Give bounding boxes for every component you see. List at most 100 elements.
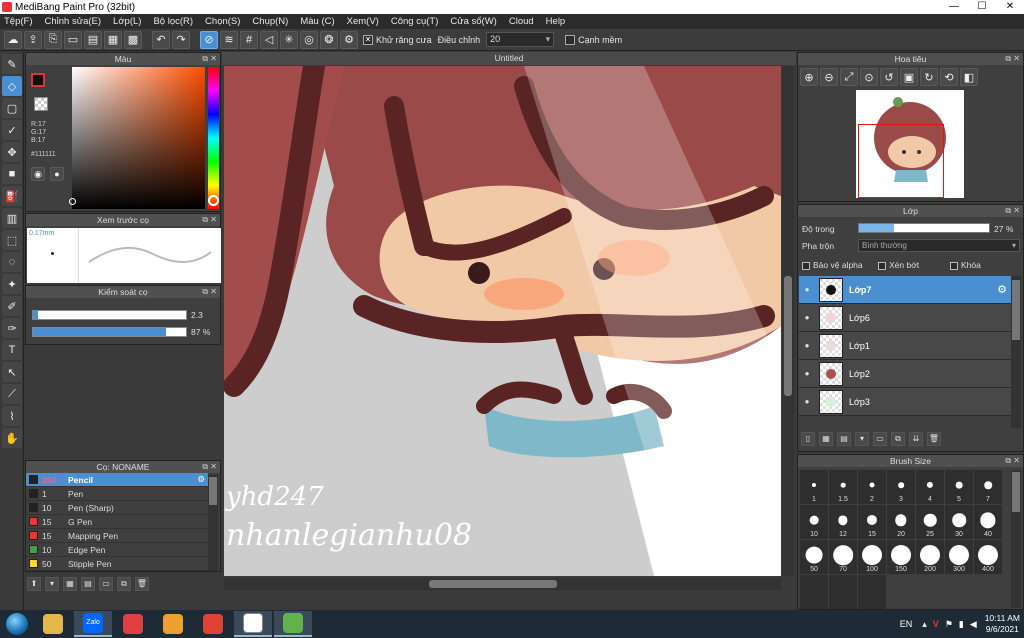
brush-size-cell[interactable]: 70	[829, 540, 857, 574]
brush-row[interactable]: 50 Stipple Pen	[26, 557, 208, 571]
undo-icon[interactable]: ↶	[152, 30, 170, 49]
lock-option[interactable]: Khóa	[950, 260, 981, 270]
clipping-option[interactable]: Xén bớt	[878, 260, 919, 270]
note-icon[interactable]: ▦	[104, 30, 122, 49]
brush-opacity-slider[interactable]	[32, 327, 187, 337]
snap-grid-icon[interactable]: #	[240, 30, 258, 49]
upload-icon[interactable]: ⇪	[24, 30, 42, 49]
select-pen-tool-icon[interactable]: ✐	[2, 296, 22, 316]
menu-help[interactable]: Help	[546, 16, 566, 27]
eyedropper-tool-icon[interactable]: ⌇	[2, 406, 22, 426]
brush-size-cell[interactable]: 100	[858, 540, 886, 574]
gradient-tool-icon[interactable]: ▥	[2, 208, 22, 228]
layer-row[interactable]: ● Lớp3	[799, 388, 1011, 416]
panel-options-icon[interactable]: ⧉ ✕	[1005, 455, 1020, 467]
minimize-button[interactable]: —	[940, 0, 968, 14]
brush-delete-icon[interactable]: 🗑	[135, 577, 149, 591]
menu-select[interactable]: Chọn(S)	[205, 16, 240, 27]
language-indicator[interactable]: EN	[900, 619, 913, 629]
move-tool-icon[interactable]: ✥	[2, 142, 22, 162]
reset-rotation-icon[interactable]: ⟲	[940, 68, 958, 86]
navigator-thumbnail[interactable]	[856, 90, 964, 198]
zoom-in-icon[interactable]: ⊕	[800, 68, 818, 86]
brush-size-cell[interactable]	[800, 575, 828, 609]
rotate-right-icon[interactable]: ↻	[920, 68, 938, 86]
brush-size-cell[interactable]: 50	[800, 540, 828, 574]
brush-settings-icon[interactable]: ▦	[63, 577, 77, 591]
brush-size-cell[interactable]: 1	[800, 470, 828, 504]
antialias-checkbox[interactable]: ✕	[363, 34, 373, 45]
bucket-tool-icon[interactable]: ⛽	[2, 186, 22, 206]
palette-icon[interactable]: ◉	[31, 167, 45, 181]
actual-size-icon[interactable]: ⊙	[860, 68, 878, 86]
visibility-eye-icon[interactable]: ●	[799, 341, 815, 350]
scroll-thumb[interactable]	[209, 477, 217, 505]
add-brush-icon[interactable]: ⬆	[27, 577, 41, 591]
menu-file[interactable]: Tệp(F)	[4, 16, 33, 27]
snap-off-icon[interactable]: ⊘	[200, 30, 218, 49]
layer-opacity-slider[interactable]	[858, 223, 990, 233]
brush-size-cell[interactable]: 400	[974, 540, 1002, 574]
brush-copy-icon[interactable]: ▤	[81, 577, 95, 591]
panel-options-icon[interactable]: ⧉ ✕	[1005, 205, 1020, 217]
lasso-tool-icon[interactable]: ◌	[2, 252, 22, 272]
menu-layer[interactable]: Lớp(L)	[113, 16, 141, 27]
taskbar-app[interactable]	[274, 611, 312, 637]
brush-row[interactable]: 10 Edge Pen	[26, 543, 208, 557]
brush-row[interactable]: 15 Mapping Pen	[26, 529, 208, 543]
protect-alpha-checkbox[interactable]	[802, 261, 810, 270]
panel-options-icon[interactable]: ⧉ ✕	[202, 214, 217, 226]
network-icon[interactable]: ▮	[959, 619, 964, 630]
comment-icon[interactable]: ▭	[64, 30, 82, 49]
brush-size-cell[interactable]: 1.5	[829, 470, 857, 504]
close-button[interactable]: ✕	[996, 0, 1024, 14]
taskbar-app[interactable]	[114, 611, 152, 637]
brush-size-cell[interactable]: 300	[945, 540, 973, 574]
color-set-icon[interactable]: ●	[50, 167, 64, 181]
brush-row[interactable]: 1 Pen	[26, 487, 208, 501]
taskbar-app[interactable]	[154, 611, 192, 637]
hand-tool-icon[interactable]: ✋	[2, 428, 22, 448]
snap-settings-icon[interactable]: ⚙	[340, 30, 358, 49]
menu-tools[interactable]: Công cụ(T)	[391, 16, 439, 27]
brush-size-cell[interactable]: 3	[887, 470, 915, 504]
taskbar-app[interactable]	[34, 611, 72, 637]
brush-size-cell[interactable]	[858, 575, 886, 609]
snap-perspective-icon[interactable]: ◁	[260, 30, 278, 49]
scroll-thumb[interactable]	[1012, 280, 1020, 340]
brush-size-cell[interactable]: 2	[858, 470, 886, 504]
layer-folder-icon[interactable]: ▭	[873, 432, 887, 446]
brush-row[interactable]: 10 Pen (Sharp)	[26, 501, 208, 515]
zoom-out-icon[interactable]: ⊖	[820, 68, 838, 86]
visibility-eye-icon[interactable]: ●	[799, 313, 815, 322]
navigator-view-rect[interactable]	[858, 124, 944, 198]
canvas-horizontal-scrollbar[interactable]	[224, 578, 781, 590]
cloud-icon[interactable]: ☁	[4, 30, 22, 49]
brush-size-cell[interactable]: 10	[800, 505, 828, 539]
new-layer-icon[interactable]: ▯	[801, 432, 815, 446]
layer-list-scrollbar[interactable]	[1011, 276, 1021, 428]
select-eraser-tool-icon[interactable]: ✑	[2, 318, 22, 338]
add-brush-dropdown-icon[interactable]: ▾	[45, 577, 59, 591]
brush-settings-gear-icon[interactable]: ⚙	[197, 474, 205, 485]
new-layer-dropdown-icon[interactable]: ▾	[855, 432, 869, 446]
protect-alpha-option[interactable]: Bảo vệ alpha	[802, 260, 863, 270]
share-icon[interactable]: ⎘	[44, 30, 62, 49]
menu-edit[interactable]: Chỉnh sửa(E)	[45, 16, 102, 27]
brush-size-cell[interactable]: 150	[887, 540, 915, 574]
duplicate-layer-icon[interactable]: ⧉	[891, 432, 905, 446]
rotate-left-icon[interactable]: ↺	[880, 68, 898, 86]
snap-concentric-icon[interactable]: ◎	[300, 30, 318, 49]
vertical-scroll-thumb[interactable]	[784, 276, 792, 396]
brush-folder-icon[interactable]: ▭	[99, 577, 113, 591]
canvas-tab[interactable]: Untitled	[222, 52, 796, 65]
brush-list-scrollbar[interactable]	[208, 475, 218, 571]
menu-window[interactable]: Cửa sổ(W)	[450, 16, 496, 27]
brush-size-scrollbar[interactable]	[1011, 470, 1021, 608]
saturation-value-picker[interactable]	[69, 67, 205, 209]
visibility-eye-icon[interactable]: ●	[799, 285, 815, 294]
soft-edge-checkbox[interactable]	[565, 34, 576, 45]
brush-size-cell[interactable]: 200	[916, 540, 944, 574]
eraser-tool-icon[interactable]: ◇	[2, 76, 22, 96]
taskbar-app[interactable]	[194, 611, 232, 637]
